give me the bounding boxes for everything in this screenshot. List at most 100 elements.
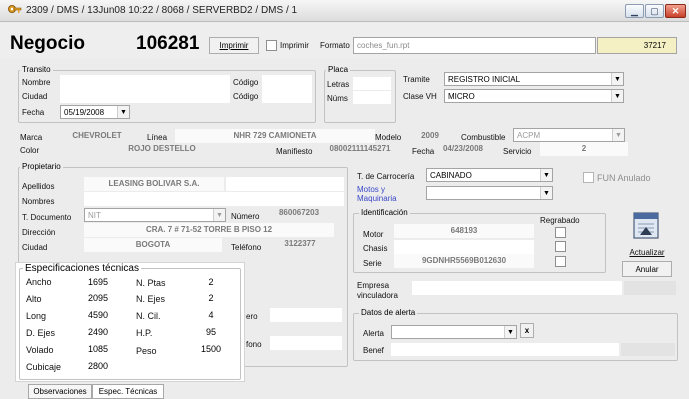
transito-title: Transito [20,65,53,74]
fecha-manifiesto-label: Fecha [412,147,435,156]
empresa-code-field [624,281,676,295]
propietario-title: Propietario [20,162,63,171]
actualizar-label: Actualizar [629,248,665,257]
tcarroceria-dropdown[interactable]: CABINADO ▼ [426,168,553,182]
combustible-dropdown[interactable]: ACPM ▼ [513,128,625,142]
spec-label: Peso [136,346,157,356]
anular-button[interactable]: Anular [622,261,672,277]
fun-anulado-checkbox[interactable] [583,172,594,183]
ciudad-prop-label: Ciudad [22,243,48,252]
nombres-label: Nombres [22,197,55,206]
chevron-down-icon: ▼ [540,187,552,199]
regrabado-label: Regrabado [540,216,580,225]
close-button[interactable]: ✕ [665,4,686,18]
spec-label: D. Ejes [26,328,56,338]
tramite-dropdown[interactable]: REGISTRO INICIAL ▼ [444,72,624,86]
spec-value: 4 [208,310,214,320]
linea-label: Línea [147,133,168,142]
chasis-label: Chasis [363,244,388,253]
nums-label: Núms [327,94,348,103]
spec-label: H.P. [136,328,153,338]
transito-fecha-value: 05/19/2008 [64,108,105,117]
negocio-code-field: 37217 [597,37,677,54]
formato-field[interactable]: coches_fun.rpt [353,37,596,54]
imprimir-button[interactable]: Imprimir [209,37,259,54]
linea-value: NHR 729 CAMIONETA [175,129,375,143]
regrabado-motor-checkbox[interactable] [555,227,566,238]
tdoc-label: T. Documento [22,213,72,222]
marca-label: Marca [20,133,43,142]
placa-letras-field[interactable] [353,77,391,90]
clase-vh-dropdown[interactable]: MICRO ▼ [444,89,624,103]
spec-label: Ancho [26,277,52,287]
spec-label: Cubicaje [26,362,62,372]
transito-codigo2-field[interactable] [262,89,312,103]
spec-value: 2 [208,277,214,287]
spec-label: N. Ejes [136,294,166,304]
spec-label: N. Ptas [136,278,166,288]
imprimir-checkbox-label: Imprimir [280,41,309,50]
actualizar-button[interactable]: Actualizar [620,208,672,266]
benef-code-field [621,343,675,356]
chevron-down-icon: ▼ [612,129,624,141]
nombres-field[interactable] [84,192,344,206]
specs-panel: Especificaciones técnicas Ancho 1695 N. … [15,262,245,382]
telefono-label: Teléfono [231,243,262,252]
imprimir-checkbox[interactable] [266,40,277,51]
motos-maquinaria-label[interactable]: Motos y Maquinaria [357,185,417,203]
apellidos-label: Apellidos [22,182,55,191]
tramite-value: REGISTRO INICIAL [448,75,521,84]
maximize-button[interactable]: ▢ [645,4,664,18]
telefono-hidden-field[interactable] [270,336,342,350]
spec-value: 2800 [87,361,109,371]
color-value: ROJO DESTELLO [128,144,196,153]
regrabado-chasis-checkbox[interactable] [555,241,566,252]
motos-maquinaria-dropdown[interactable]: ▼ [426,186,553,200]
spec-value: 1500 [200,344,222,354]
placa-nums-field[interactable] [353,91,391,104]
alerta-dropdown[interactable]: ▼ [391,325,517,339]
chasis-field[interactable] [394,240,534,254]
chevron-down-icon: ▼ [213,209,225,221]
motor-value: 648193 [394,224,534,238]
specs-title: Especificaciones técnicas [23,263,141,274]
apellidos-extra-field[interactable] [226,177,344,191]
benef-label: Benef [363,346,384,355]
transito-codigo1-field[interactable] [262,75,312,89]
tab-espec-tecnicas[interactable]: Espec. Técnicas [92,384,164,399]
direccion-label: Dirección [22,228,56,237]
spec-value: 2490 [87,327,109,337]
spec-value: 1085 [87,344,109,354]
serie-label: Serie [363,259,382,268]
main-window: 2309 / DMS / 13Jun08 10:22 / 8068 / SERV… [0,0,689,399]
minimize-button[interactable]: ▁ [625,4,644,18]
combustible-value: ACPM [517,131,541,140]
tab-observaciones[interactable]: Observaciones [28,384,92,399]
transito-ciudad-field[interactable] [60,89,230,103]
tdoc-dropdown[interactable]: NIT ▼ [84,208,226,222]
transito-fecha-dropdown[interactable]: 05/19/2008 ▼ [60,105,130,119]
page-title: Negocio [10,33,85,54]
benef-field[interactable] [391,343,619,356]
tcarroceria-value: CABINADO [430,171,472,180]
numero-hidden-field[interactable] [270,308,342,322]
clase-vh-value: MICRO [448,92,475,101]
spec-label: Long [26,311,47,321]
transito-nombre-field[interactable] [60,75,230,89]
spec-label: N. Cil. [136,311,161,321]
regrabado-serie-checkbox[interactable] [555,256,566,267]
window-title: 2309 / DMS / 13Jun08 10:22 / 8068 / SERV… [26,5,298,16]
empresa-vinculadora-label: Empresa vinculadora [357,281,398,300]
chevron-down-icon: ▼ [117,106,129,118]
chevron-down-icon: ▼ [611,73,623,85]
clear-alerta-button[interactable]: x [520,323,534,338]
empresa-vinculadora-field[interactable] [412,281,622,295]
modelo-value: 2009 [421,131,439,140]
servicio-value: 2 [540,142,628,156]
telefono-hidden-label: fono [246,340,262,349]
key-icon [8,5,22,13]
chevron-down-icon: ▼ [611,90,623,102]
codigo1-label: Código [233,78,259,87]
telefono-value: 3122377 [284,239,316,248]
clase-vh-label: Clase VH [403,92,437,101]
